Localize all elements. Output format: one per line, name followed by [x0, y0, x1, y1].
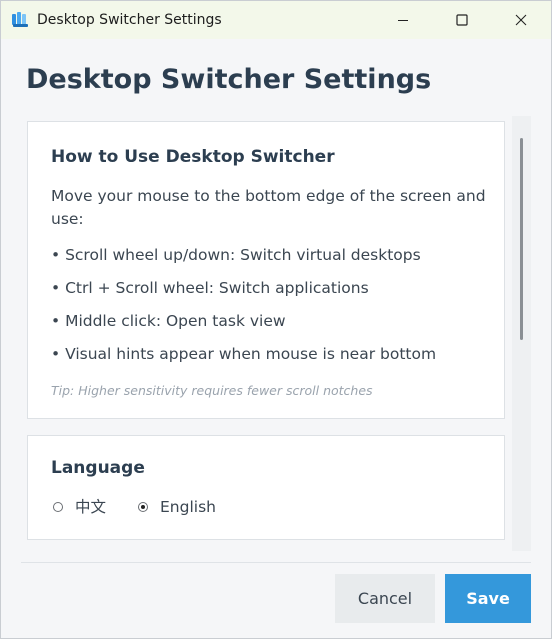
radio-button-chinese[interactable]	[53, 502, 63, 512]
close-button[interactable]	[492, 1, 550, 39]
intro-text-line-2: use:	[51, 210, 84, 228]
save-button[interactable]: Save	[445, 574, 531, 623]
page-title: Desktop Switcher Settings	[26, 64, 432, 95]
maximize-button[interactable]	[433, 1, 491, 39]
how-to-use-card: How to Use Desktop Switcher Move your mo…	[27, 121, 505, 419]
radio-button-english[interactable]	[138, 502, 148, 512]
footer-divider	[21, 562, 531, 563]
settings-window: Desktop Switcher Settings Desktop Switch…	[0, 0, 552, 639]
minimize-button[interactable]	[374, 1, 432, 39]
vertical-scrollbar[interactable]	[512, 116, 531, 551]
list-item: • Scroll wheel up/down: Switch virtual d…	[51, 246, 421, 264]
intro-text-line-1: Move your mouse to the bottom edge of th…	[51, 187, 486, 205]
radio-label-chinese: 中文	[75, 498, 107, 516]
window-title: Desktop Switcher Settings	[37, 12, 222, 28]
radio-label-english: English	[160, 498, 216, 516]
list-item: • Middle click: Open task view	[51, 312, 286, 330]
how-to-use-heading: How to Use Desktop Switcher	[51, 147, 335, 167]
scrollbar-thumb[interactable]	[520, 138, 523, 340]
desktop-switcher-app-icon	[12, 12, 28, 27]
language-option-english[interactable]: English	[138, 496, 216, 518]
language-card: Language 中文 English	[27, 435, 505, 540]
title-bar[interactable]: Desktop Switcher Settings	[1, 1, 551, 39]
list-item: • Ctrl + Scroll wheel: Switch applicatio…	[51, 279, 369, 297]
language-option-chinese[interactable]: 中文	[53, 496, 106, 518]
language-heading: Language	[51, 458, 145, 478]
list-item: • Visual hints appear when mouse is near…	[51, 345, 437, 363]
settings-scroll-area[interactable]: How to Use Desktop Switcher Move your mo…	[26, 120, 531, 552]
maximize-icon	[456, 14, 468, 26]
sensitivity-tip: Tip: Higher sensitivity requires fewer s…	[51, 383, 373, 398]
close-icon	[515, 14, 527, 26]
minimize-icon	[398, 20, 408, 21]
cancel-button[interactable]: Cancel	[335, 574, 435, 623]
